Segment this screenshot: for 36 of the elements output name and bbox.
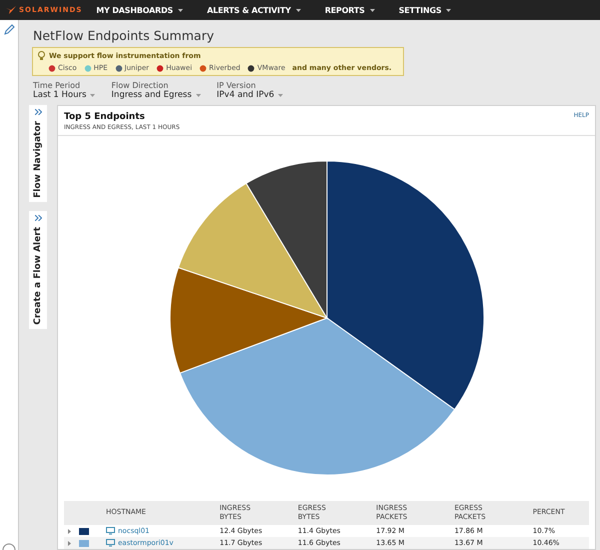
- caret-icon: [278, 94, 284, 96]
- side-tab[interactable]: Create a Flow Alert: [29, 210, 47, 329]
- nav-menu[interactable]: SETTINGS: [398, 6, 452, 14]
- pencil-icon[interactable]: [4, 24, 14, 35]
- vendor-logo-icon: [84, 64, 92, 72]
- page-title: NetFlow Endpoints Summary: [33, 28, 215, 43]
- vendor-logo-icon: [114, 64, 123, 72]
- lightbulb-icon: [38, 51, 45, 60]
- caret-icon: [196, 94, 201, 96]
- caret-icon: [178, 8, 183, 12]
- caret-icon: [370, 8, 375, 12]
- nav-menu[interactable]: REPORTS: [324, 6, 375, 14]
- caret-icon: [446, 8, 452, 12]
- widget-title: Top 5 Endpoints: [64, 112, 146, 122]
- nav-menu[interactable]: ALERTS & ACTIVITY: [206, 6, 301, 14]
- vendor-logo-icon: [199, 64, 208, 72]
- filter-label: Flow Direction: [111, 81, 170, 90]
- filter-label: IP Version: [216, 81, 257, 90]
- double-chevron-icon: [34, 214, 42, 221]
- nav-menu[interactable]: MY DASHBOARDS: [96, 6, 183, 14]
- server-icon: [106, 527, 115, 535]
- logo-icon: [6, 6, 16, 14]
- filter-label: Time Period: [33, 81, 82, 90]
- expand-icon[interactable]: [68, 540, 71, 546]
- vendor-logo-icon: [156, 64, 164, 72]
- double-chevron-icon: [34, 109, 42, 115]
- vendor-logo-icon: [48, 64, 56, 72]
- caret-icon: [296, 8, 301, 12]
- server-icon: [106, 539, 115, 547]
- expand-icon[interactable]: [68, 528, 71, 534]
- caret-icon: [90, 94, 96, 96]
- filter-dropdown[interactable]: Ingress and Egress: [111, 90, 201, 100]
- filter-dropdown[interactable]: Last 1 Hours: [33, 90, 96, 100]
- filter-dropdown[interactable]: IPv4 and IPv6: [216, 90, 284, 100]
- side-tab[interactable]: Flow Navigator: [29, 105, 47, 202]
- vendor-logo-icon: [247, 64, 256, 72]
